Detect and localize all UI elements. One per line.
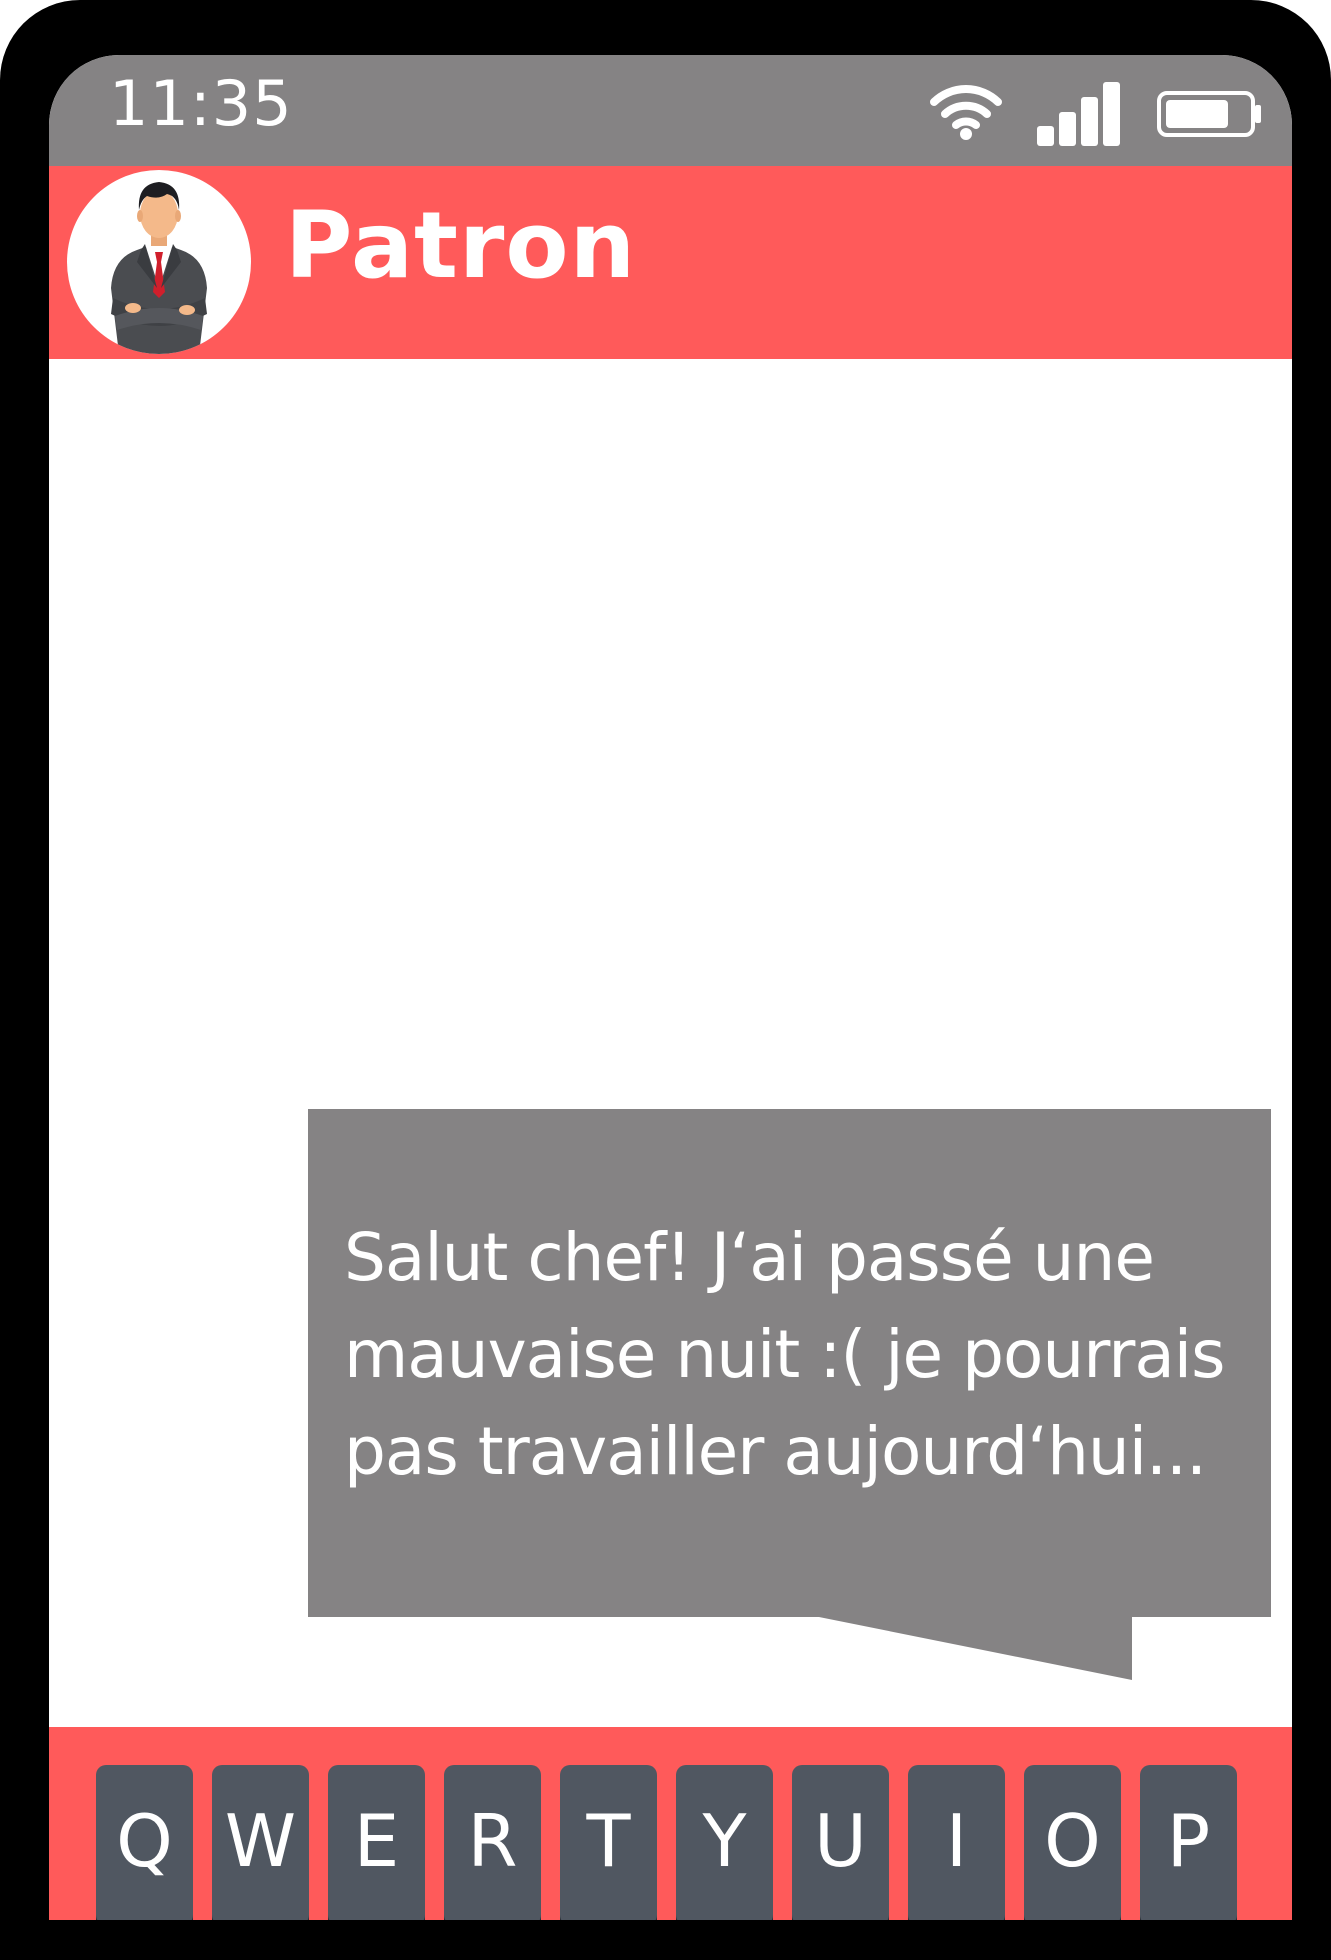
keyboard: Q W E R T Y U I O P: [49, 1727, 1292, 1920]
key-e[interactable]: E: [328, 1765, 425, 1920]
key-u[interactable]: U: [792, 1765, 889, 1920]
key-o[interactable]: O: [1024, 1765, 1121, 1920]
key-label: I: [945, 1799, 968, 1883]
key-i[interactable]: I: [908, 1765, 1005, 1920]
key-p[interactable]: P: [1140, 1765, 1237, 1920]
key-y[interactable]: Y: [676, 1765, 773, 1920]
key-label: T: [586, 1799, 631, 1883]
key-w[interactable]: W: [212, 1765, 309, 1920]
key-label: E: [353, 1799, 400, 1883]
key-label: P: [1166, 1799, 1211, 1883]
message-text: Salut chef! J‘ai passé une mauvaise nuit…: [344, 1219, 1226, 1490]
key-t[interactable]: T: [560, 1765, 657, 1920]
phone-screen: 11:35 Patron Salut chef! J‘ai passé une …: [49, 55, 1292, 1920]
key-label: Y: [702, 1799, 747, 1883]
key-label: U: [814, 1799, 867, 1883]
key-q[interactable]: Q: [96, 1765, 193, 1920]
message-bubble[interactable]: Salut chef! J‘ai passé une mauvaise nuit…: [308, 1109, 1271, 1617]
key-label: R: [467, 1799, 518, 1883]
key-r[interactable]: R: [444, 1765, 541, 1920]
key-label: W: [224, 1799, 297, 1883]
key-label: Q: [116, 1799, 173, 1883]
key-label: O: [1044, 1799, 1101, 1883]
